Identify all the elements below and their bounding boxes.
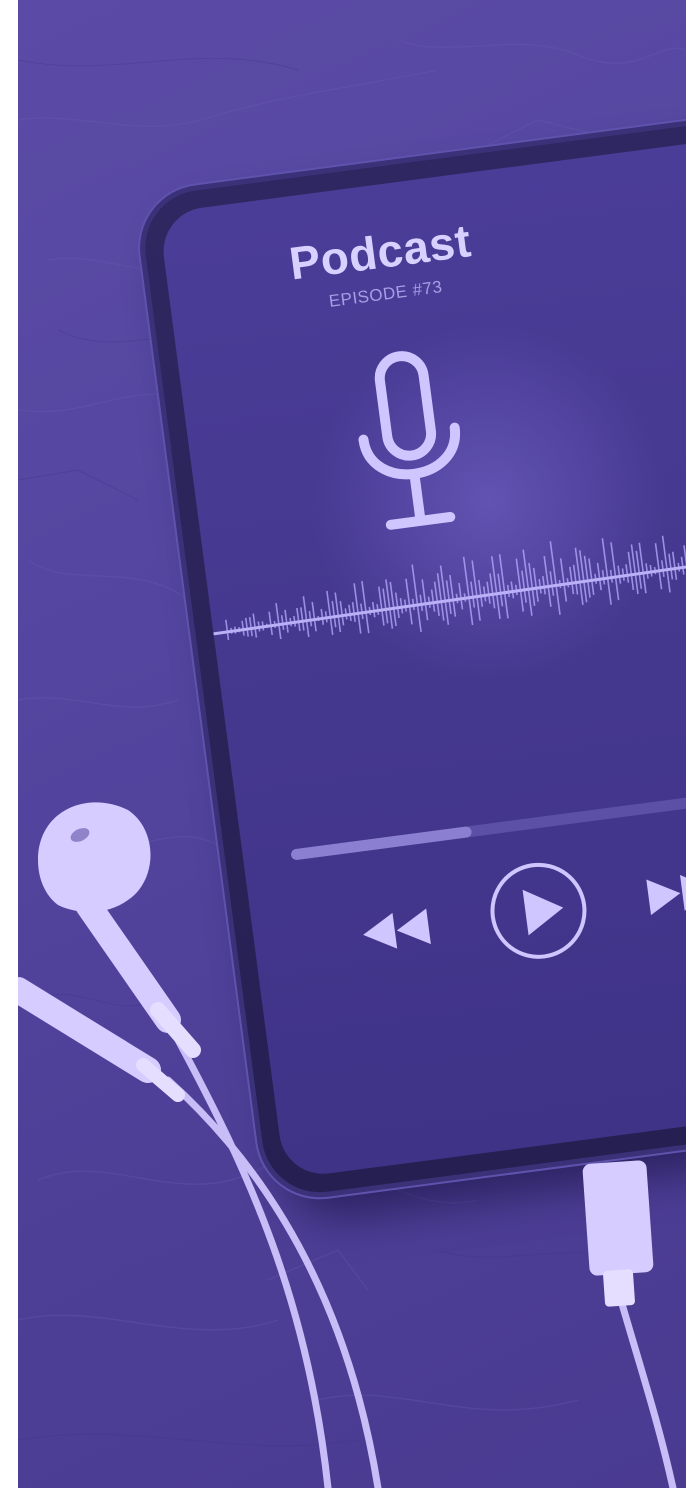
photo-canvas: Podcast EPISODE #73 — [0, 0, 686, 1488]
lightning-connector — [582, 1160, 654, 1307]
podcast-photo: Podcast EPISODE #73 — [18, 0, 686, 1488]
earphones — [18, 802, 677, 1488]
